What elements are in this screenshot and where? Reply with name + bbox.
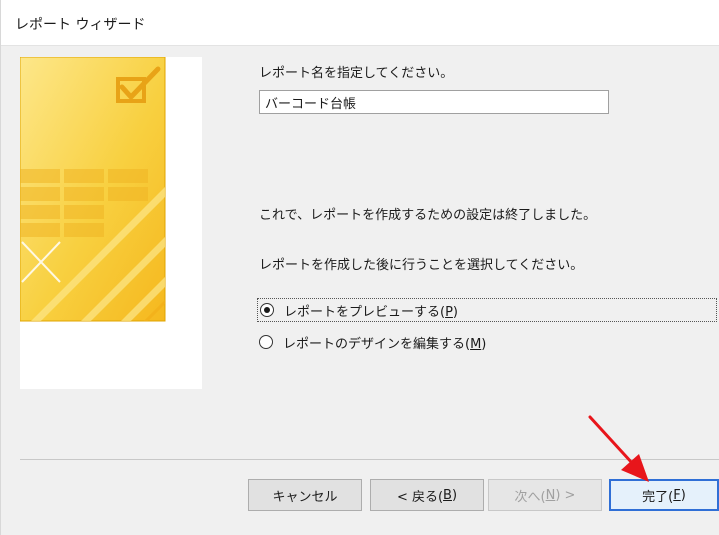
report-name-label: レポート名を指定してください。 [259, 66, 454, 81]
option-edit-design[interactable]: レポートのデザインを編集する(M) [259, 330, 486, 354]
design-radio[interactable] [259, 335, 273, 349]
cancel-button[interactable]: キャンセル [248, 479, 362, 511]
option-preview-report[interactable]: レポートをプレビューする(P) [257, 298, 717, 322]
report-wizard-checkmark-illustration-icon [20, 57, 166, 322]
report-wizard-window: レポート ウィザード レポート名を指定してください。 バーコード台帳 これで、レ… [0, 0, 719, 535]
title-bar: レポート ウィザード [1, 0, 719, 46]
back-button[interactable]: < 戻る(B) [370, 479, 484, 511]
next-action-label: レポートを作成した後に行うことを選択してください。 [259, 258, 584, 273]
design-option-label: レポートのデザインを編集する(M) [283, 336, 487, 352]
red-arrow-pointer-icon [588, 415, 649, 482]
preview-option-label: レポートをプレビューする(P) [284, 304, 458, 320]
finish-message: これで、レポートを作成するための設定は終了しました。 [259, 208, 597, 223]
preview-radio[interactable] [260, 303, 274, 317]
report-name-input[interactable] [259, 90, 609, 114]
window-title: レポート ウィザード [15, 17, 146, 33]
wizard-illustration [20, 57, 202, 389]
